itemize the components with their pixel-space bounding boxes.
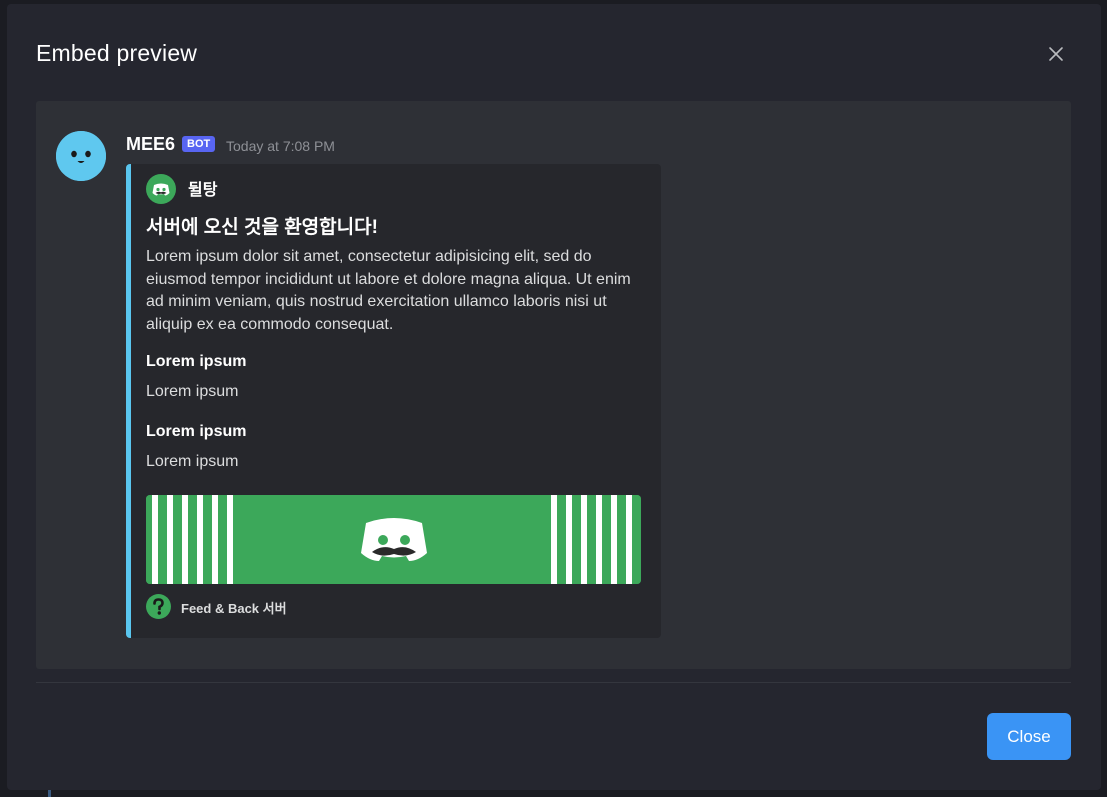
embed-field-value: Lorem ipsum bbox=[146, 383, 239, 400]
embed-preview-modal: Embed preview MEE6 BOT Today at 7:08 PM bbox=[7, 4, 1101, 790]
embed-description: Lorem ipsum dolor sit amet, consectetur … bbox=[146, 248, 631, 333]
help-circle-icon bbox=[146, 594, 171, 619]
close-button[interactable]: Close bbox=[987, 713, 1071, 760]
discord-logo-icon bbox=[361, 518, 427, 561]
embed: 뒬탕 서버에 오신 것을 환영합니다! Lorem ipsum dolor si… bbox=[126, 164, 661, 638]
close-icon[interactable] bbox=[1047, 45, 1065, 63]
embed-banner-image bbox=[146, 495, 641, 584]
modal-title: Embed preview bbox=[36, 40, 198, 66]
embed-field-name: Lorem ipsum bbox=[146, 353, 247, 370]
preview-area: MEE6 BOT Today at 7:08 PM 뒬탕 서버에 오신 것을 환… bbox=[36, 101, 1071, 669]
embed-footer: Feed & Back 서버 bbox=[181, 601, 287, 616]
bot-badge: BOT bbox=[182, 136, 216, 152]
embed-field-value: Lorem ipsum bbox=[146, 453, 239, 470]
divider bbox=[36, 682, 1071, 683]
avatar-face-icon bbox=[56, 131, 106, 181]
discord-author-icon bbox=[146, 174, 176, 204]
embed-title: 서버에 오신 것을 환영합니다! bbox=[146, 217, 378, 238]
background-line bbox=[48, 790, 51, 797]
embed-author: 뒬탕 bbox=[188, 182, 218, 199]
avatar bbox=[56, 131, 106, 181]
timestamp: Today at 7:08 PM bbox=[226, 138, 335, 154]
banner-graphic bbox=[146, 495, 641, 584]
username[interactable]: MEE6 bbox=[126, 134, 175, 155]
embed-field-name: Lorem ipsum bbox=[146, 423, 247, 440]
